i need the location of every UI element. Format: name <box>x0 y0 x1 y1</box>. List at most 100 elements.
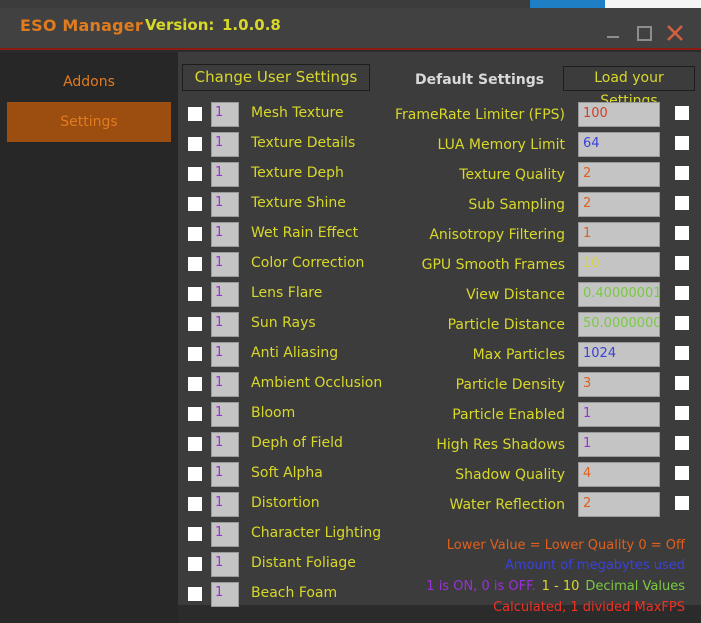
default-setting-checkbox[interactable] <box>675 436 689 450</box>
setting-checkbox[interactable] <box>188 587 202 601</box>
setting-checkbox[interactable] <box>188 107 202 121</box>
default-setting-value-input[interactable]: 100 <box>578 102 660 127</box>
default-setting-value-input[interactable]: 64 <box>578 132 660 157</box>
default-setting-checkbox[interactable] <box>675 196 689 210</box>
default-setting-value-input[interactable]: 50.00000000 <box>578 312 660 337</box>
default-setting-row: Anisotropy Filtering 1 <box>388 222 698 252</box>
default-setting-checkbox[interactable] <box>675 136 689 150</box>
setting-checkbox[interactable] <box>188 377 202 391</box>
sidebar-item-addons[interactable]: Addons <box>7 62 171 102</box>
default-setting-value-input[interactable]: 4 <box>578 462 660 487</box>
setting-row: 1 Character Lighting <box>183 522 393 548</box>
default-setting-checkbox[interactable] <box>675 376 689 390</box>
default-setting-label: Sub Sampling <box>468 197 565 213</box>
version-label: Version: <box>145 16 215 34</box>
default-setting-row: Water Reflection 2 <box>388 492 698 522</box>
default-setting-checkbox[interactable] <box>675 346 689 360</box>
setting-checkbox[interactable] <box>188 557 202 571</box>
setting-checkbox[interactable] <box>188 227 202 241</box>
setting-value-input[interactable]: 1 <box>211 252 239 277</box>
legend-segment: Calculated, 1 divided MaxFPS <box>493 600 685 615</box>
default-setting-value-input[interactable]: 0.40000001 <box>578 282 660 307</box>
setting-value-input[interactable]: 1 <box>211 132 239 157</box>
setting-value-input[interactable]: 1 <box>211 342 239 367</box>
default-setting-checkbox[interactable] <box>675 466 689 480</box>
default-setting-value-input[interactable]: 3 <box>578 372 660 397</box>
setting-checkbox[interactable] <box>188 317 202 331</box>
app-title: ESO Manager <box>20 16 143 35</box>
default-setting-label: View Distance <box>466 287 565 303</box>
setting-checkbox[interactable] <box>188 167 202 181</box>
setting-checkbox[interactable] <box>188 437 202 451</box>
legend-segment: Amount of megabytes used <box>505 558 685 573</box>
setting-row: 1 Sun Rays <box>183 312 393 338</box>
default-setting-checkbox[interactable] <box>675 406 689 420</box>
default-setting-value-input[interactable]: 1024 <box>578 342 660 367</box>
setting-value-input[interactable]: 1 <box>211 462 239 487</box>
change-user-settings-button[interactable]: Change User Settings <box>182 64 370 91</box>
default-setting-value-input[interactable]: 2 <box>578 162 660 187</box>
close-icon <box>667 25 683 41</box>
setting-value-input[interactable]: 1 <box>211 552 239 577</box>
default-setting-row: Sub Sampling 2 <box>388 192 698 222</box>
load-your-settings-button[interactable]: Load your Settings <box>563 66 695 109</box>
setting-row: 1 Anti Aliasing <box>183 342 393 368</box>
default-setting-value-input[interactable]: 2 <box>578 192 660 217</box>
setting-checkbox[interactable] <box>188 347 202 361</box>
close-button[interactable] <box>662 20 688 46</box>
setting-label: Anti Aliasing <box>251 345 339 361</box>
setting-value-input[interactable]: 1 <box>211 312 239 337</box>
setting-checkbox[interactable] <box>188 257 202 271</box>
maximize-button[interactable] <box>631 20 657 46</box>
setting-value-input[interactable]: 1 <box>211 402 239 427</box>
setting-value-input[interactable]: 1 <box>211 522 239 547</box>
default-setting-label: Texture Quality <box>459 167 565 183</box>
setting-value-input[interactable]: 1 <box>211 282 239 307</box>
setting-value-input[interactable]: 1 <box>211 372 239 397</box>
default-setting-label: Particle Density <box>455 377 565 393</box>
default-setting-checkbox[interactable] <box>675 316 689 330</box>
setting-label: Lens Flare <box>251 285 323 301</box>
default-setting-label: Water Reflection <box>449 497 566 513</box>
default-setting-row: LUA Memory Limit 64 <box>388 132 698 162</box>
setting-value-input[interactable]: 1 <box>211 192 239 217</box>
setting-checkbox[interactable] <box>188 467 202 481</box>
minimize-icon <box>607 36 619 38</box>
setting-label: Deph of Field <box>251 435 343 451</box>
setting-checkbox[interactable] <box>188 197 202 211</box>
setting-checkbox[interactable] <box>188 527 202 541</box>
default-setting-label: Shadow Quality <box>455 467 565 483</box>
setting-value-input[interactable]: 1 <box>211 432 239 457</box>
default-setting-row: High Res Shadows 1 <box>388 432 698 462</box>
default-setting-value-input[interactable]: 2 <box>578 492 660 517</box>
setting-value-input[interactable]: 1 <box>211 222 239 247</box>
setting-label: Color Correction <box>251 255 365 271</box>
default-setting-checkbox[interactable] <box>675 226 689 240</box>
default-setting-row: Particle Distance 50.00000000 <box>388 312 698 342</box>
default-setting-value-input[interactable]: 1 <box>578 222 660 247</box>
default-settings-title: Default Settings <box>415 72 545 88</box>
setting-checkbox[interactable] <box>188 137 202 151</box>
minimize-button[interactable] <box>600 20 626 46</box>
default-setting-checkbox[interactable] <box>675 256 689 270</box>
setting-checkbox[interactable] <box>188 497 202 511</box>
setting-value-input[interactable]: 1 <box>211 102 239 127</box>
setting-checkbox[interactable] <box>188 287 202 301</box>
sidebar-item-settings[interactable]: Settings <box>7 102 171 142</box>
setting-value-input[interactable]: 1 <box>211 162 239 187</box>
default-setting-checkbox[interactable] <box>675 106 689 120</box>
default-setting-checkbox[interactable] <box>675 496 689 510</box>
maximize-icon <box>637 26 652 41</box>
version-value: 1.0.0.8 <box>222 16 281 34</box>
default-setting-value-input[interactable]: 10 <box>578 252 660 277</box>
setting-checkbox[interactable] <box>188 407 202 421</box>
default-setting-value-input[interactable]: 1 <box>578 432 660 457</box>
setting-row: 1 Wet Rain Effect <box>183 222 393 248</box>
setting-value-input[interactable]: 1 <box>211 582 239 607</box>
default-setting-checkbox[interactable] <box>675 286 689 300</box>
default-setting-checkbox[interactable] <box>675 166 689 180</box>
sidebar: Addons Settings <box>0 52 178 623</box>
default-setting-value-input[interactable]: 1 <box>578 402 660 427</box>
legend-line: Amount of megabytes used <box>499 558 685 573</box>
setting-value-input[interactable]: 1 <box>211 492 239 517</box>
